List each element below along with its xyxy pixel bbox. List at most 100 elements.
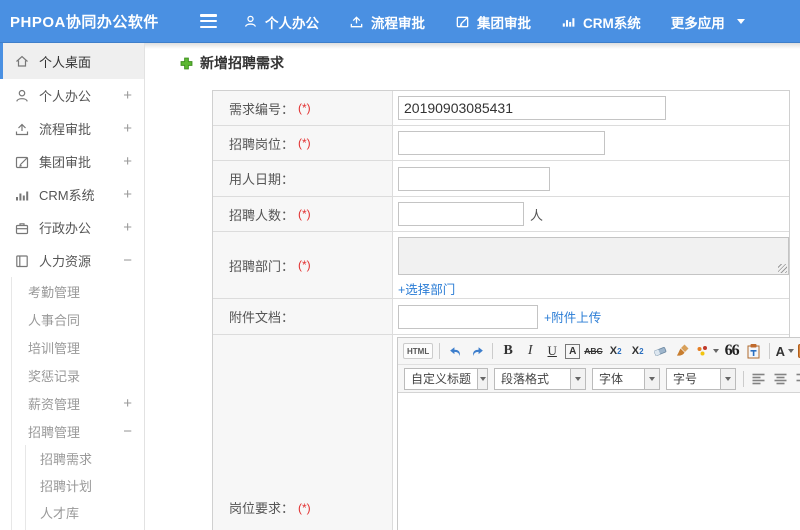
required-mark: (*) [298,258,311,272]
color-palette-icon[interactable] [695,340,719,362]
position-input[interactable] [398,131,605,155]
font-size-dropdown[interactable]: 字号 [666,367,736,390]
headcount-input[interactable] [398,202,524,226]
attachment-input[interactable] [398,304,538,329]
sidebar-item-group-approval[interactable]: 集团审批 + [0,145,144,178]
sidebar-item-attendance[interactable]: 考勤管理 [0,277,144,305]
sidebar-item-hr-contract[interactable]: 人事合同 [0,305,144,333]
redo-icon[interactable] [468,340,486,362]
editor-body[interactable] [398,393,800,530]
field-label: 招聘人数： (*) [213,197,393,231]
field-label: 招聘部门： (*) [213,232,393,298]
nav-label: CRM系统 [583,15,641,31]
undo-icon[interactable] [446,340,464,362]
underline-button[interactable]: U [543,340,561,362]
home-icon [14,53,30,69]
field-label: 岗位要求： (*) [213,335,393,530]
chart-icon [14,187,30,203]
expand-icon[interactable]: + [123,396,132,411]
sidebar-item-admin-office[interactable]: 行政办公 + [0,211,144,244]
select-department-link[interactable]: +选择部门 [398,279,455,298]
caret-down-icon [720,368,735,389]
strikethrough-button[interactable]: ABC [584,340,602,362]
resize-handle[interactable] [778,264,787,273]
demand-no-input[interactable] [398,96,666,120]
expand-icon[interactable]: + [123,154,132,169]
flow-icon [14,121,30,137]
paste-plain-icon[interactable] [745,340,763,362]
sidebar-item-label: CRM系统 [39,188,95,203]
collapse-icon[interactable]: − [123,424,132,439]
expand-icon[interactable]: + [123,121,132,136]
sidebar: 个人桌面 个人办公 + 流程审批 + 集团审批 + CRM系统 + 行政办公 + [0,43,145,530]
sidebar-item-recruit-mgmt[interactable]: 招聘管理 − [0,417,144,445]
blockquote-button[interactable]: 66 [723,340,741,362]
sidebar-item-crm[interactable]: CRM系统 + [0,178,144,211]
sidebar-item-personal-desktop[interactable]: 个人桌面 [0,43,144,79]
expand-icon[interactable]: + [123,88,132,103]
sidebar-item-label: 个人办公 [39,89,92,104]
required-mark: (*) [298,136,311,150]
caret-down-icon [570,368,585,389]
eraser-icon[interactable] [651,340,669,362]
collapse-icon[interactable]: − [123,253,132,268]
headcount-unit: 人 [530,207,544,223]
sidebar-item-label: 招聘需求 [40,452,93,467]
align-right-icon[interactable] [794,368,800,390]
page-title: 新增招聘需求 [179,53,284,73]
nav-workflow-approval[interactable]: 流程审批 [349,12,425,32]
form-row-demand-no: 需求编号： (*) [213,91,789,126]
sidebar-item-workflow-approval[interactable]: 流程审批 + [0,112,144,145]
font-color-button[interactable]: A [776,340,795,362]
expand-icon[interactable]: + [123,187,132,202]
format-brush-icon[interactable] [673,340,691,362]
nav-label: 个人办公 [265,15,319,31]
caret-down-icon [712,349,719,353]
main-content: 新增招聘需求 需求编号： (*) 招聘岗位： (*) 用人日期： [145,43,800,530]
flow-icon [349,14,364,29]
bold-button[interactable]: B [499,340,517,362]
edit-icon [14,154,30,170]
font-style-button[interactable]: A [565,343,581,359]
attachment-upload-link[interactable]: +附件上传 [544,307,601,326]
superscript-button[interactable]: X2 [607,340,625,362]
align-center-icon[interactable] [772,368,790,390]
caret-down-icon [736,19,745,24]
align-left-icon[interactable] [750,368,768,390]
expand-icon[interactable]: + [123,220,132,235]
sidebar-item-salary[interactable]: 薪资管理 + [0,389,144,417]
nav-more-apps[interactable]: 更多应用 [671,12,745,32]
department-textarea[interactable] [398,237,789,275]
sidebar-item-talent-pool[interactable]: 人才库 [0,499,144,526]
field-label: 附件文档： [213,299,393,334]
custom-title-dropdown[interactable]: 自定义标题 [404,367,488,390]
hire-date-input[interactable] [398,166,550,191]
nav-label: 流程审批 [371,15,425,31]
subscript-button[interactable]: X2 [629,340,647,362]
add-plus-icon [179,56,194,71]
paragraph-format-dropdown[interactable]: 段落格式 [494,367,586,390]
sidebar-item-recruit-demand[interactable]: 招聘需求 [0,445,144,472]
sidebar-item-reward-punishment[interactable]: 奖惩记录 [0,361,144,389]
required-mark: (*) [298,500,311,515]
sidebar-item-training[interactable]: 培训管理 [0,333,144,361]
app-logo: PHPOA协同办公软件 [10,14,159,31]
sidebar-item-personal-office[interactable]: 个人办公 + [0,79,144,112]
nav-personal-office[interactable]: 个人办公 [243,12,319,32]
sidebar-item-hr[interactable]: 人力资源 − [0,244,144,277]
sidebar-item-label: 招聘计划 [40,479,93,494]
form-row-attachment: 附件文档： +附件上传 [213,299,789,335]
nav-group-approval[interactable]: 集团审批 [455,12,531,32]
nav-crm-system[interactable]: CRM系统 [561,12,641,32]
form-row-hire-date: 用人日期： [213,161,789,197]
hamburger-menu-icon[interactable] [200,14,217,28]
italic-button[interactable]: I [521,340,539,362]
sidebar-item-recruit-plan[interactable]: 招聘计划 [0,472,144,499]
font-family-dropdown[interactable]: 字体 [592,367,660,390]
sidebar-item-label: 人力资源 [39,254,92,269]
user-icon [14,88,30,104]
richtext-editor: HTML B I U A ABC X2 X 2 66 A 自定义标题 段落格式 … [397,337,800,530]
sidebar-item-label: 流程审批 [39,122,92,137]
html-source-button[interactable]: HTML [403,343,434,359]
recruit-submenu: 招聘需求 招聘计划 人才库 [0,445,144,526]
